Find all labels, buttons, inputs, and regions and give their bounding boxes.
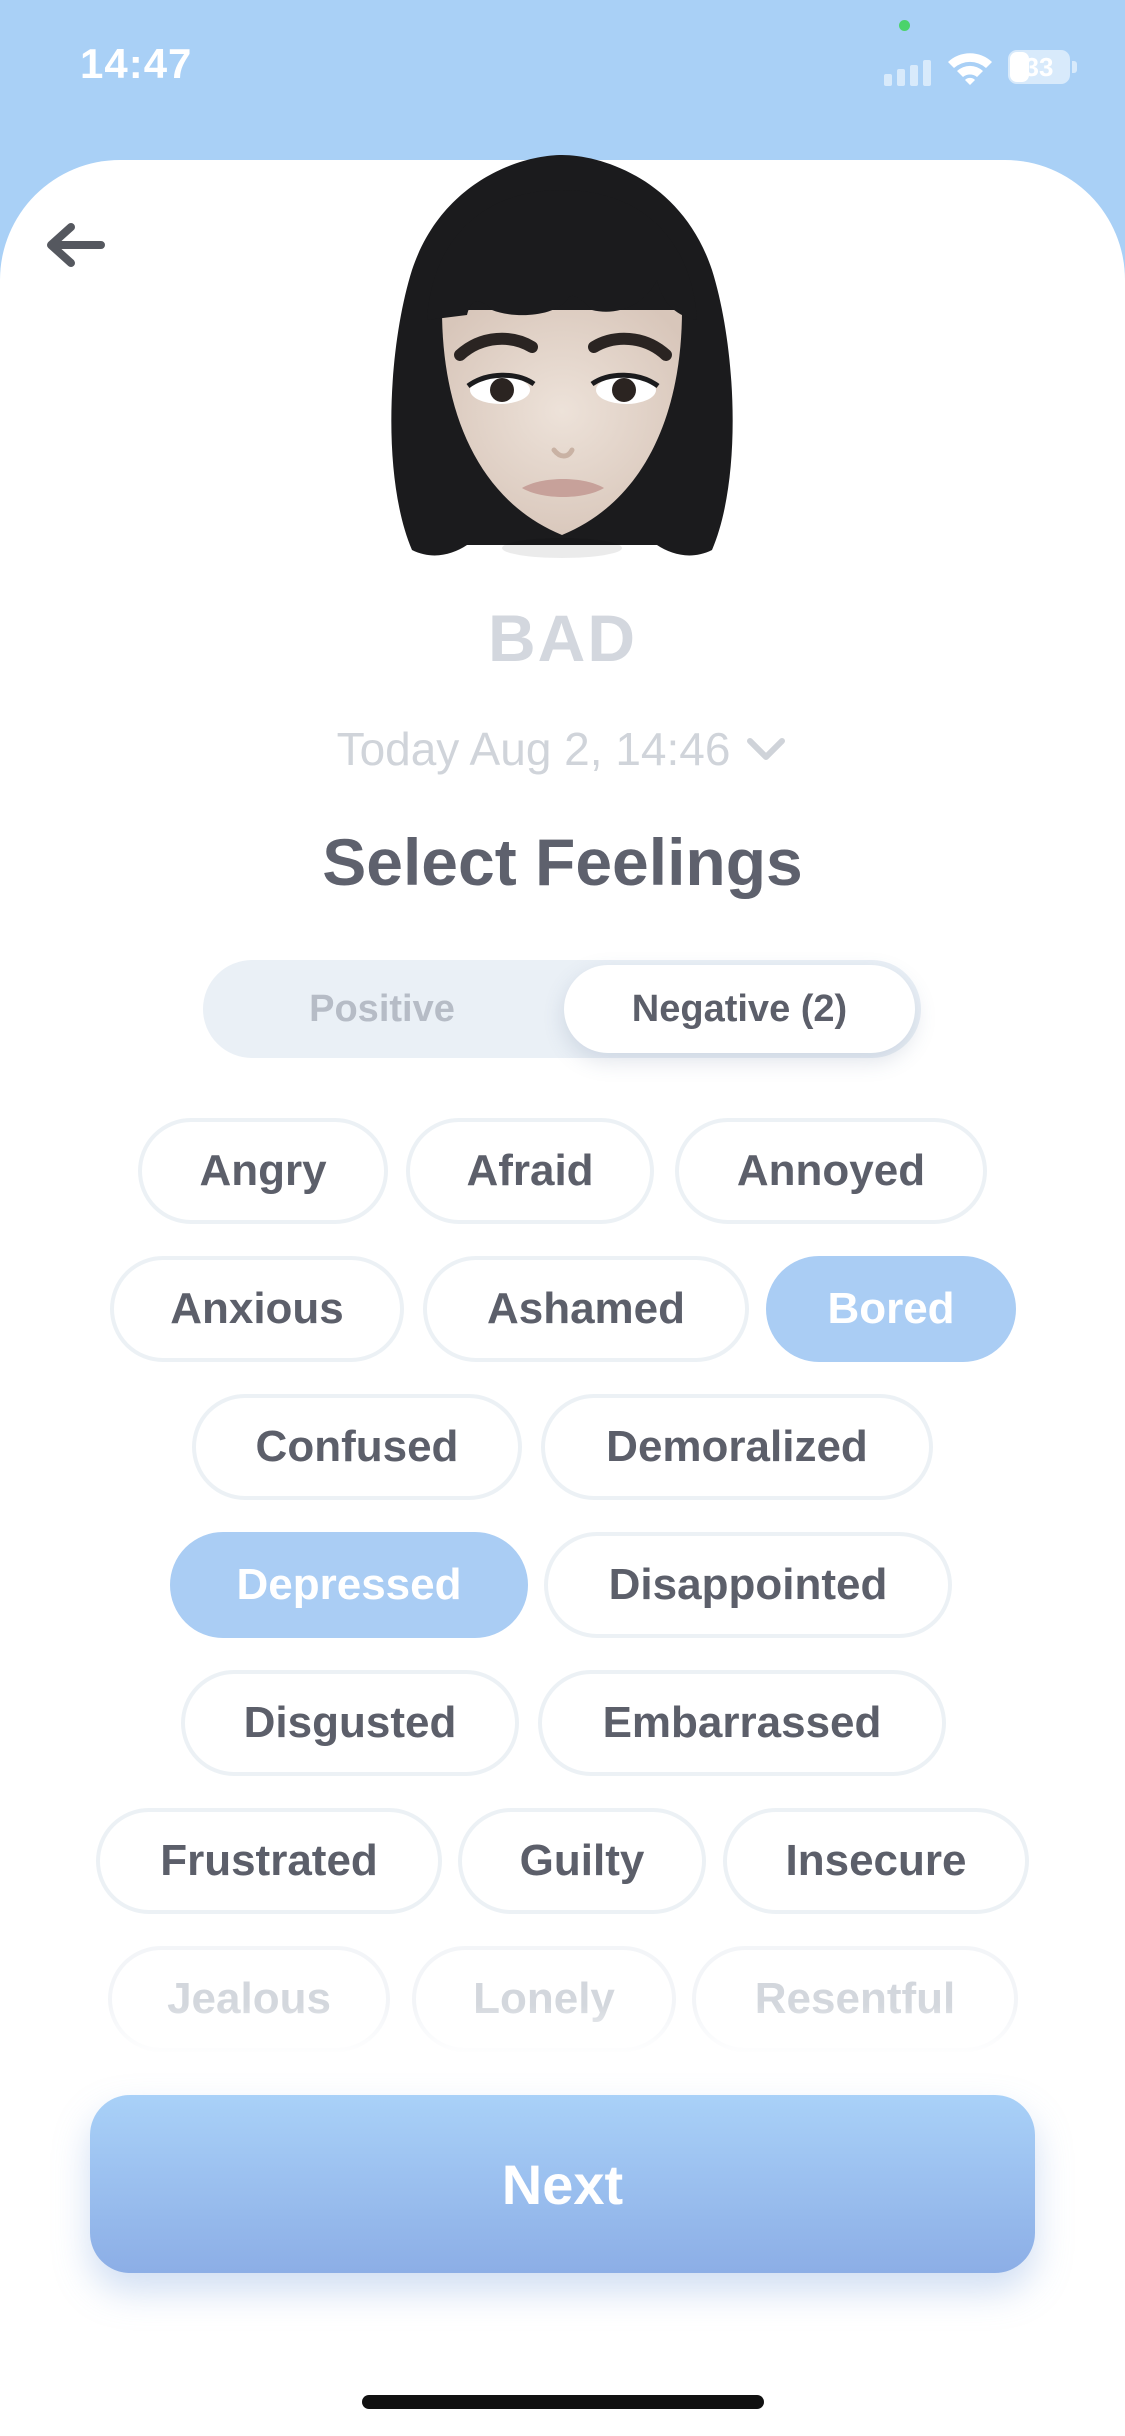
feelings-segmented-control: Positive Negative (2) <box>203 960 921 1058</box>
mood-label: BAD <box>488 601 637 675</box>
page-title: Select Feelings <box>322 825 803 899</box>
feeling-chip-label: Annoyed <box>736 1146 926 1195</box>
feeling-chip-label: Disgusted <box>243 1698 457 1747</box>
battery-level: 33 <box>1024 52 1054 82</box>
feeling-chip-label: Demoralized <box>606 1422 868 1471</box>
tab-negative[interactable]: Negative (2) <box>564 965 915 1053</box>
entry-date: Today Aug 2, 14:46 <box>336 723 731 775</box>
memoji-avatar <box>391 155 733 558</box>
feeling-chip-label: Ashamed <box>486 1284 686 1333</box>
feeling-chip-ashamed[interactable]: Ashamed <box>423 1256 749 1362</box>
wifi-icon <box>948 53 992 85</box>
feeling-chip-confused[interactable]: Confused <box>192 1394 522 1500</box>
feeling-chip-angry[interactable]: Angry <box>138 1118 388 1224</box>
feeling-chip-label: Guilty <box>519 1836 645 1885</box>
back-button[interactable] <box>40 210 110 280</box>
chevron-down-icon <box>747 738 786 760</box>
cellular-signal-icon <box>884 60 931 86</box>
feeling-chip-afraid[interactable]: Afraid <box>406 1118 654 1224</box>
status-time: 14:47 <box>80 40 193 87</box>
feeling-chip-bored[interactable]: Bored <box>766 1256 1016 1362</box>
privacy-indicator-dot <box>899 20 910 31</box>
feeling-chip-label: Insecure <box>785 1836 967 1885</box>
feeling-chip-label: Bored <box>827 1284 955 1333</box>
feeling-chip-frustrated[interactable]: Frustrated <box>96 1808 442 1914</box>
feeling-chip-label: Embarrassed <box>602 1698 882 1747</box>
feeling-chip-label: Frustrated <box>160 1836 378 1885</box>
feeling-chip-disappointed[interactable]: Disappointed <box>544 1532 952 1638</box>
feeling-chip-insecure[interactable]: Insecure <box>723 1808 1029 1914</box>
feeling-chip-label: Afraid <box>466 1146 594 1195</box>
feeling-chip-label: Confused <box>255 1422 459 1471</box>
feeling-chip-anxious[interactable]: Anxious <box>110 1256 404 1362</box>
feeling-chip-label: Depressed <box>236 1560 462 1609</box>
date-selector[interactable]: Today Aug 2, 14:46 <box>0 722 1125 776</box>
feeling-chip-label: Disappointed <box>608 1560 888 1609</box>
feeling-chip-annoyed[interactable]: Annoyed <box>675 1118 987 1224</box>
feeling-chip-embarrassed[interactable]: Embarrassed <box>538 1670 946 1776</box>
feeling-chip-depressed[interactable]: Depressed <box>170 1532 528 1638</box>
arrow-left-icon <box>47 223 105 267</box>
feeling-chip-guilty[interactable]: Guilty <box>458 1808 706 1914</box>
feeling-chip-disgusted[interactable]: Disgusted <box>181 1670 519 1776</box>
next-button[interactable]: Next <box>90 2095 1035 2273</box>
feeling-chip-label: Angry <box>199 1146 327 1195</box>
home-indicator <box>362 2395 764 2409</box>
tab-positive[interactable]: Positive <box>203 960 561 1058</box>
feeling-chip-demoralized[interactable]: Demoralized <box>541 1394 933 1500</box>
feeling-chip-label: Anxious <box>170 1284 344 1333</box>
status-bar: 14:47 33 <box>0 0 1125 150</box>
battery-icon: 33 <box>1008 50 1078 86</box>
